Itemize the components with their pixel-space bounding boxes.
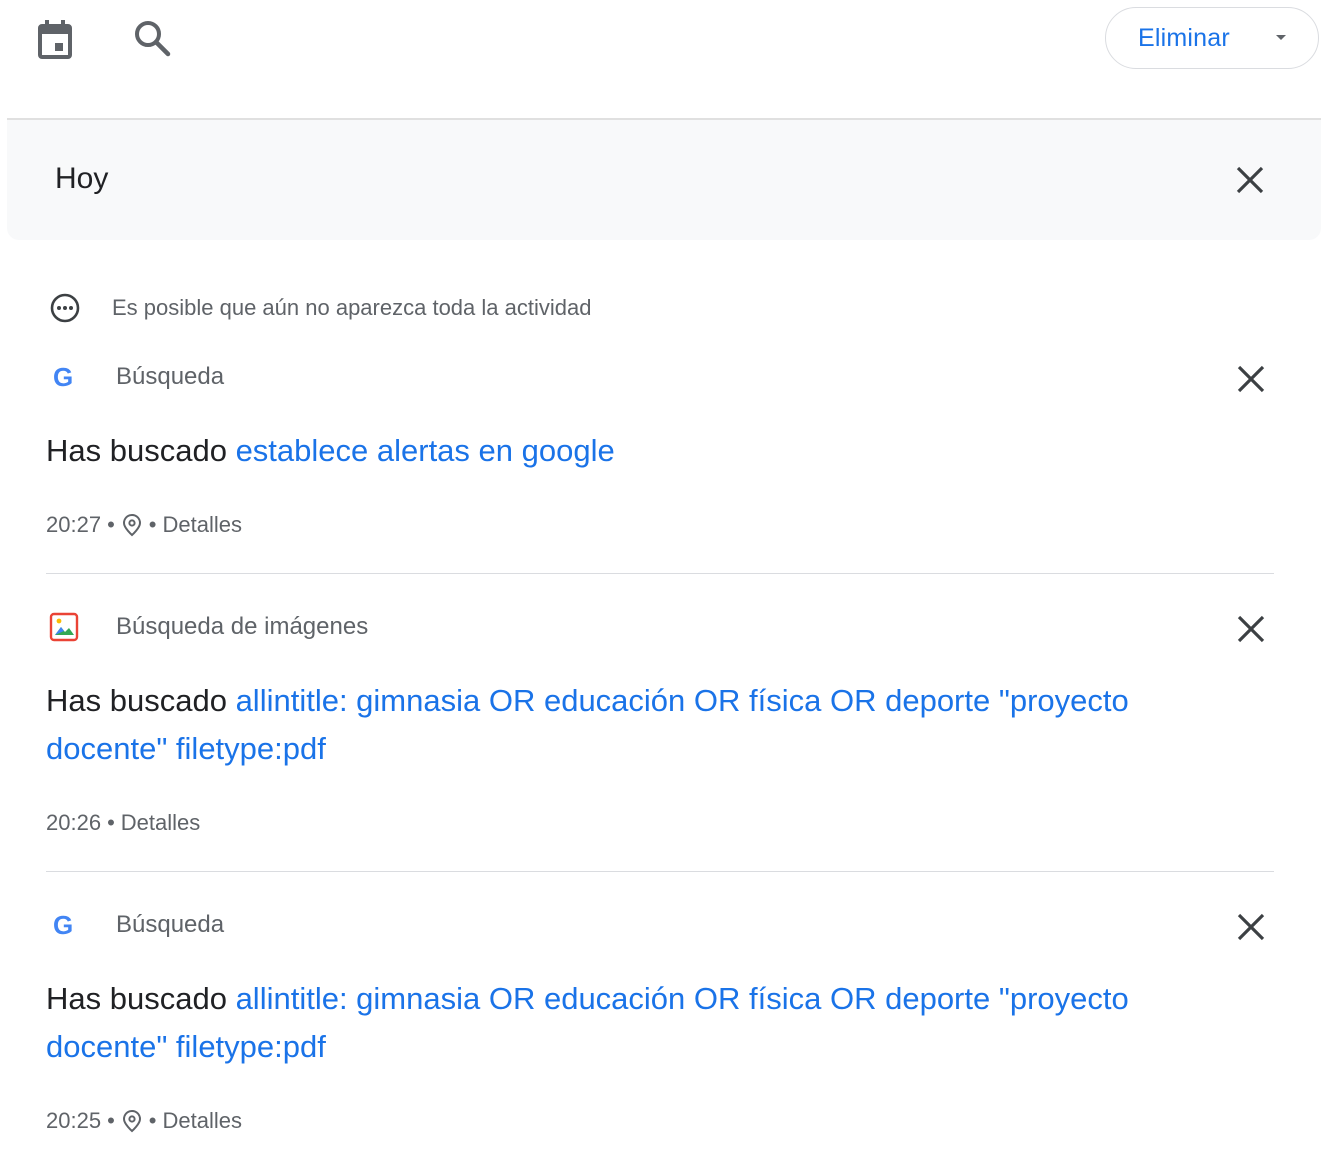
details-link[interactable]: Detalles — [121, 810, 200, 836]
entry-time: 20:25 — [46, 1108, 102, 1133]
entry-prefix: Has buscado — [46, 981, 236, 1016]
calendar-button[interactable] — [31, 16, 79, 64]
svg-text:G: G — [53, 910, 73, 940]
search-icon — [135, 21, 171, 57]
caret-down-icon — [1276, 35, 1286, 40]
separator: • — [107, 810, 115, 835]
separator: • — [148, 1108, 157, 1133]
entry-meta: 20:25 • • Detalles — [46, 1106, 242, 1136]
entry-time: 20:26 — [46, 810, 102, 835]
delete-button-label: Eliminar — [1138, 23, 1230, 52]
close-icon — [1237, 365, 1265, 393]
more-horiz-circle-icon — [50, 293, 80, 323]
product-label: Búsqueda — [116, 363, 225, 390]
entry-title: Has buscado allintitle: gimnasia OR educ… — [46, 975, 1246, 1071]
close-icon — [1237, 913, 1265, 941]
product-label: Búsqueda de imágenes — [116, 613, 369, 640]
entry-divider — [46, 871, 1274, 872]
activity-notice: Es posible que aún no aparezca toda la a… — [48, 288, 591, 328]
entry-meta: 20:26 • Detalles — [46, 808, 200, 838]
delete-entry-button[interactable] — [1231, 907, 1271, 947]
activity-entry: G Búsqueda Has buscado allintitle: gimna… — [0, 907, 1323, 1157]
day-title: Hoy — [55, 162, 109, 195]
google-g-icon: G — [53, 362, 73, 392]
separator: • — [107, 512, 115, 537]
entry-header: G Búsqueda — [48, 359, 224, 395]
separator: • — [107, 1108, 115, 1133]
entry-title: Has buscado allintitle: gimnasia OR educ… — [46, 677, 1246, 773]
delete-dropdown-button[interactable]: Eliminar — [1105, 7, 1319, 69]
search-query-link[interactable]: establece alertas en google — [236, 433, 615, 468]
entry-header: G Búsqueda — [48, 907, 224, 943]
google-g-icon: G — [53, 910, 73, 940]
separator: • — [148, 512, 157, 537]
entry-title: Has buscado establece alertas en google — [46, 427, 1246, 475]
location-pin-icon[interactable] — [121, 1109, 143, 1133]
day-header: Hoy — [7, 120, 1321, 240]
entry-divider — [46, 573, 1274, 574]
search-button[interactable] — [128, 14, 176, 62]
entry-prefix: Has buscado — [46, 433, 236, 468]
calendar-icon — [38, 20, 72, 59]
details-link[interactable]: Detalles — [162, 1108, 241, 1134]
entry-prefix: Has buscado — [46, 683, 236, 718]
delete-entry-button[interactable] — [1231, 609, 1271, 649]
entry-meta: 20:27 • • Detalles — [46, 510, 242, 540]
image-search-icon — [49, 612, 79, 642]
activity-entry: G Búsqueda Has buscado establece alertas… — [0, 359, 1323, 573]
delete-entry-button[interactable] — [1231, 359, 1271, 399]
details-link[interactable]: Detalles — [162, 512, 241, 538]
entry-header: Búsqueda de imágenes — [48, 609, 368, 645]
close-icon — [1236, 166, 1264, 194]
entry-time: 20:27 — [46, 512, 102, 537]
close-icon — [1237, 615, 1265, 643]
notice-text: Es posible que aún no aparezca toda la a… — [112, 295, 592, 320]
location-pin-icon[interactable] — [121, 513, 143, 537]
top-toolbar: Eliminar — [0, 0, 1323, 80]
svg-text:G: G — [53, 362, 73, 392]
delete-day-button[interactable] — [1230, 160, 1270, 200]
activity-entry: Búsqueda de imágenes Has buscado allinti… — [0, 609, 1323, 871]
product-label: Búsqueda — [116, 911, 225, 938]
